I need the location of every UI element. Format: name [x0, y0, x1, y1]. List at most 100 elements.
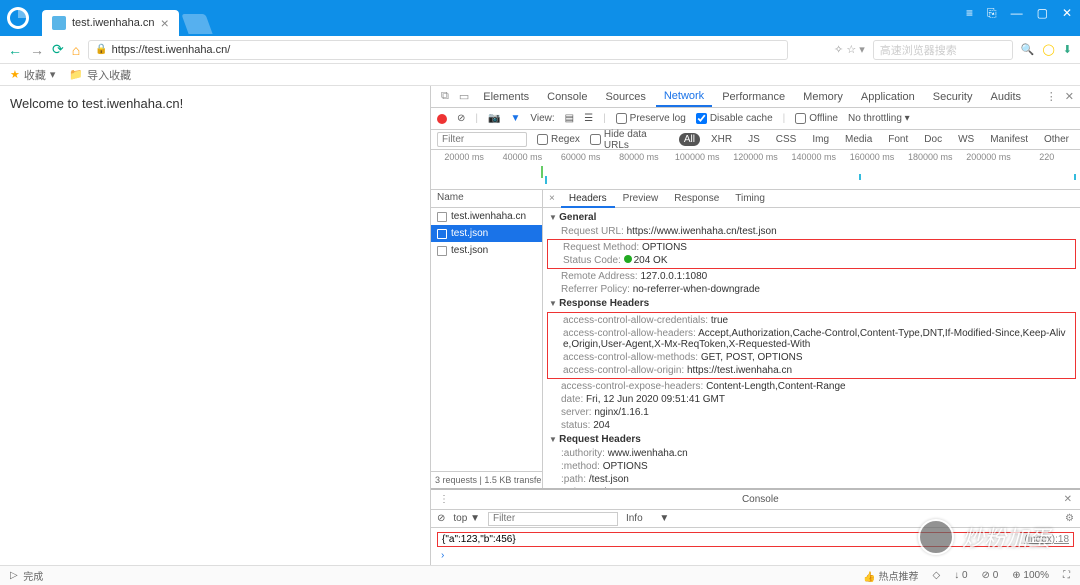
view-small-icon[interactable]: ☰ [584, 113, 593, 124]
filter-type-manifest[interactable]: Manifest [985, 133, 1033, 146]
pin-icon[interactable]: ⎘ [987, 6, 997, 21]
menu-icon[interactable]: ≡ [966, 6, 973, 21]
maximize-icon[interactable]: ▢ [1037, 6, 1048, 21]
new-tab-button[interactable] [181, 14, 212, 34]
status-hot[interactable]: 👍 热点推荐 [863, 568, 918, 583]
address-bar[interactable]: 🔒 https://test.iwenhaha.cn/ [88, 40, 788, 60]
tab-security[interactable]: Security [925, 88, 981, 106]
detail-tab-response[interactable]: Response [666, 191, 727, 206]
folder-icon: 📁 [69, 68, 83, 81]
console-prompt[interactable]: › [437, 548, 1074, 563]
tab-sources[interactable]: Sources [597, 88, 653, 106]
bookmarks-fav[interactable]: ★收藏 ▾ [10, 67, 55, 83]
detail-tab-timing[interactable]: Timing [727, 191, 773, 206]
filter-type-xhr[interactable]: XHR [706, 133, 737, 146]
throttling-select[interactable]: No throttling ▾ [848, 113, 910, 124]
filter-type-all[interactable]: All [679, 133, 700, 146]
file-icon [437, 246, 447, 256]
status-block-icon[interactable]: ◇ [933, 570, 941, 581]
section-response-headers[interactable]: Response Headers [543, 296, 1080, 311]
network-timeline[interactable]: 20000 ms 40000 ms 60000 ms 80000 ms 1000… [431, 150, 1080, 190]
forward-button[interactable]: → [30, 42, 44, 58]
detail-tab-headers[interactable]: Headers [561, 191, 615, 208]
preserve-log-checkbox[interactable]: Preserve log [616, 113, 686, 124]
site-icon [52, 16, 66, 30]
back-button[interactable]: ← [8, 42, 22, 58]
console-filter-input[interactable] [488, 512, 618, 526]
tab-application[interactable]: Application [853, 88, 923, 106]
tab-audits[interactable]: Audits [982, 88, 1029, 106]
devtools-menu-icon[interactable]: ⋮ [1046, 90, 1057, 103]
device-icon[interactable]: ▭ [455, 88, 473, 105]
filter-type-other[interactable]: Other [1039, 133, 1074, 146]
skin-icon[interactable]: ◯ [1042, 43, 1054, 56]
minimize-icon[interactable]: — [1011, 6, 1023, 21]
filter-type-img[interactable]: Img [807, 133, 834, 146]
remote-address: Remote Address: 127.0.0.1:1080 [543, 270, 1080, 283]
req-list-header: Name [431, 190, 542, 208]
regex-checkbox[interactable]: Regex [537, 134, 580, 145]
devtools-close-icon[interactable]: ✕ [1065, 90, 1074, 103]
console-menu-icon[interactable]: ⋮ [439, 494, 449, 505]
download-icon[interactable]: ⬇ [1063, 43, 1072, 56]
req-list-footer: 3 requests | 1.5 KB transferred | Fi... [431, 471, 542, 488]
tab-console[interactable]: Console [539, 88, 595, 106]
status-block[interactable]: ⊘ 0 [982, 570, 999, 581]
offline-checkbox[interactable]: Offline [795, 113, 838, 124]
filter-type-doc[interactable]: Doc [919, 133, 947, 146]
filter-icon[interactable]: ▼ [510, 113, 520, 124]
console-close-icon[interactable]: ✕ [1064, 494, 1072, 505]
close-tab-icon[interactable]: × [161, 16, 169, 30]
view-large-icon[interactable]: ▤ [565, 113, 574, 124]
status-expand-icon[interactable]: ⛶ [1063, 570, 1070, 581]
status-dot-icon [624, 255, 632, 263]
request-url: Request URL: https://www.iwenhaha.cn/tes… [543, 225, 1080, 238]
hide-data-urls-checkbox[interactable]: Hide data URLs [590, 129, 669, 151]
capture-icon[interactable]: 📷 [488, 113, 500, 124]
request-row[interactable]: test.json [431, 242, 542, 259]
filter-type-font[interactable]: Font [883, 133, 913, 146]
section-request-headers[interactable]: Request Headers [543, 432, 1080, 447]
filter-type-css[interactable]: CSS [771, 133, 802, 146]
filter-input[interactable] [437, 132, 527, 147]
inspect-icon[interactable]: ⧉ [437, 88, 453, 105]
detail-tab-preview[interactable]: Preview [615, 191, 667, 206]
console-tab[interactable]: Console [742, 494, 779, 505]
filter-type-js[interactable]: JS [743, 133, 765, 146]
console-level[interactable]: Info ▼ [626, 513, 669, 524]
tab-network[interactable]: Network [656, 87, 712, 107]
console-clear-icon[interactable]: ⊘ [437, 513, 445, 524]
section-general[interactable]: General [543, 210, 1080, 225]
status-zoom[interactable]: ⊕ 100% [1012, 570, 1049, 581]
disable-cache-checkbox[interactable]: Disable cache [696, 113, 773, 124]
request-row[interactable]: test.json [431, 225, 542, 242]
status-text: 完成 [23, 568, 43, 583]
request-row[interactable]: test.iwenhaha.cn [431, 208, 542, 225]
tab-elements[interactable]: Elements [475, 88, 537, 106]
detail-close-icon[interactable]: × [543, 193, 561, 204]
record-button[interactable] [437, 114, 447, 124]
filter-type-ws[interactable]: WS [953, 133, 979, 146]
reload-button[interactable]: ⟳ [52, 41, 64, 58]
filter-type-media[interactable]: Media [840, 133, 877, 146]
status-download[interactable]: ↓ 0 [954, 570, 967, 581]
window-close-icon[interactable]: ✕ [1062, 6, 1072, 21]
file-icon [437, 212, 447, 222]
tab-title: test.iwenhaha.cn [72, 17, 155, 29]
console-log-text: {"a":123,"b":456} [442, 534, 516, 545]
star-icon[interactable]: ✧ ☆ ▾ [834, 43, 865, 56]
console-log-source[interactable]: (index):18 [1025, 534, 1069, 545]
tab-memory[interactable]: Memory [795, 88, 851, 106]
search-icon[interactable]: 🔍 [1021, 43, 1035, 56]
browser-search[interactable]: 高速浏览器搜索 [873, 40, 1013, 60]
home-button[interactable]: ⌂ [72, 42, 80, 58]
browser-tab[interactable]: test.iwenhaha.cn × [42, 10, 179, 36]
gear-icon[interactable]: ⚙ [1065, 513, 1074, 524]
bookmarks-import[interactable]: 📁导入收藏 [69, 67, 131, 83]
url-text: https://test.iwenhaha.cn/ [112, 44, 231, 56]
tab-performance[interactable]: Performance [714, 88, 793, 106]
console-log-line[interactable]: {"a":123,"b":456} (index):18 [437, 532, 1074, 547]
status-play-icon[interactable]: ▷ [10, 570, 18, 581]
clear-button[interactable]: ⊘ [457, 113, 465, 124]
console-context[interactable]: top ▼ [453, 513, 480, 524]
